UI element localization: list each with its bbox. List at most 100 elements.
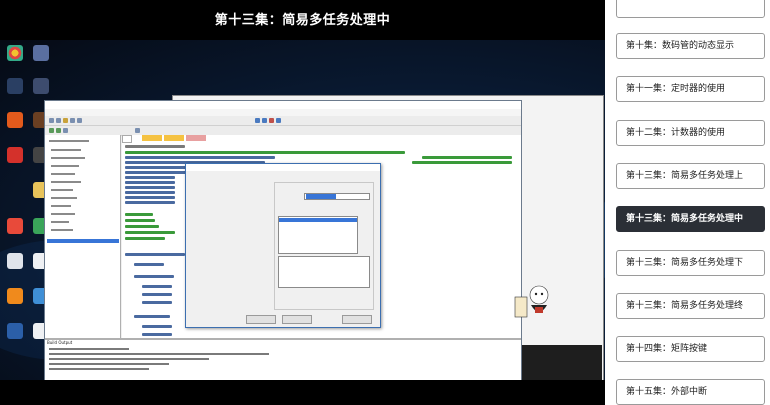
episode-item-active[interactable]: 第十三集：简易多任务处理中: [616, 206, 765, 232]
toolbar-icon[interactable]: [63, 128, 68, 133]
rebuild-icon[interactable]: [56, 128, 61, 133]
tree-line: [51, 181, 81, 183]
episode-item[interactable]: 第十二集：计数器的使用: [616, 120, 765, 146]
code-line: [125, 196, 175, 199]
code-line: [142, 293, 172, 296]
toolbar-icon[interactable]: [135, 128, 140, 133]
ide-menubar: [45, 109, 521, 116]
episode-playlist: 第十集：数码管的动态显示 第十一集：定时器的使用 第十二集：计数器的使用 第十三…: [605, 0, 770, 405]
code-line: [142, 285, 172, 288]
episode-item[interactable]: 第十三集：简易多任务处理终: [616, 293, 765, 319]
dialog-help-button[interactable]: [342, 315, 372, 324]
output-line: [49, 358, 209, 360]
dialog-titlebar: [186, 164, 380, 171]
editor-tab[interactable]: [122, 135, 132, 143]
dialog-list-selected[interactable]: [279, 218, 357, 222]
dialog-ok-button[interactable]: [246, 315, 276, 324]
build-output-title: Build Output: [47, 340, 73, 345]
tree-line: [51, 189, 73, 191]
app-icon[interactable]: [7, 112, 23, 128]
toolbar-icon[interactable]: [77, 118, 82, 123]
project-tree: [45, 135, 121, 363]
tree-line: [51, 221, 69, 223]
chrome-icon[interactable]: [7, 45, 23, 61]
code-line: [125, 145, 185, 148]
output-line: [49, 368, 149, 370]
episode-item[interactable]: 第十集：数码管的动态显示: [616, 33, 765, 59]
dialog-tabs[interactable]: [189, 172, 377, 178]
toolbar-icon[interactable]: [56, 118, 61, 123]
editor-tab[interactable]: [142, 135, 162, 141]
wps-icon[interactable]: [7, 147, 23, 163]
code-line: [142, 301, 172, 304]
code-line: [125, 181, 175, 184]
toolbar-icon[interactable]: [49, 118, 54, 123]
app-icon[interactable]: [33, 45, 49, 61]
tree-line: [51, 205, 71, 207]
code-line: [125, 176, 175, 179]
toolbar-icon[interactable]: [63, 118, 68, 123]
recorded-desktop: Build Output: [0, 40, 605, 380]
app-icon[interactable]: [7, 218, 23, 234]
dialog-select-value: [306, 194, 336, 199]
tree-line: [51, 197, 77, 199]
tree-line: [51, 229, 73, 231]
code-line: [142, 333, 172, 336]
editor-tab[interactable]: [164, 135, 184, 141]
tree-line: [51, 173, 75, 175]
tree-line: [51, 149, 81, 151]
dialog-textbox[interactable]: [278, 256, 370, 288]
mascot-sticker: [514, 285, 549, 318]
code-comment: [125, 231, 175, 234]
ide-toolbar: [45, 116, 521, 126]
episode-item[interactable]: 第十四集：矩阵按键: [616, 336, 765, 362]
output-line: [49, 348, 129, 350]
video-player[interactable]: 第十三集：简易多任务处理中 Build Output: [0, 0, 605, 405]
code-comment: [125, 219, 155, 222]
toolbar-icon[interactable]: [262, 118, 267, 123]
code-comment: [412, 161, 512, 164]
code-comment: [125, 151, 405, 154]
dialog-listbox[interactable]: [278, 216, 358, 254]
app-icon[interactable]: [7, 288, 23, 304]
ide-titlebar: [45, 101, 521, 109]
code-comment: [125, 213, 153, 216]
episode-item[interactable]: 第十三集：简易多任务处理上: [616, 163, 765, 189]
episode-item[interactable]: 第十五集：外部中断: [616, 379, 765, 405]
episode-item[interactable]: [616, 0, 765, 18]
episode-item[interactable]: 第十三集：简易多任务处理下: [616, 250, 765, 276]
code-comment: [422, 156, 512, 159]
dialog-cancel-button[interactable]: [282, 315, 312, 324]
toolbar-icon[interactable]: [70, 118, 75, 123]
code-line: [125, 191, 175, 194]
output-line: [49, 353, 269, 355]
tree-line: [51, 165, 79, 167]
tree-selected-item[interactable]: [47, 239, 119, 243]
app-icon[interactable]: [7, 253, 23, 269]
output-line: [49, 363, 169, 365]
build-output-panel: Build Output: [45, 338, 521, 380]
dialog-select[interactable]: [304, 193, 370, 200]
toolbar-icon[interactable]: [269, 118, 274, 123]
build-icon[interactable]: [49, 128, 54, 133]
code-line: [125, 186, 175, 189]
episode-item[interactable]: 第十一集：定时器的使用: [616, 76, 765, 102]
code-line: [134, 315, 170, 318]
video-title: 第十三集：简易多任务处理中: [214, 13, 391, 28]
app-icon[interactable]: [7, 323, 23, 339]
code-line: [125, 201, 175, 204]
code-comment: [125, 237, 165, 240]
editor-tab[interactable]: [186, 135, 206, 141]
tree-line: [51, 213, 75, 215]
code-line: [134, 263, 164, 266]
tree-line: [49, 140, 89, 142]
code-line: [125, 253, 185, 256]
code-comment: [125, 225, 159, 228]
toolbar-icon[interactable]: [255, 118, 260, 123]
toolbar-icon[interactable]: [276, 118, 281, 123]
app-icon[interactable]: [33, 78, 49, 94]
options-dialog: [185, 163, 381, 328]
app-icon[interactable]: [7, 78, 23, 94]
code-line: [125, 156, 275, 159]
code-line: [142, 325, 172, 328]
